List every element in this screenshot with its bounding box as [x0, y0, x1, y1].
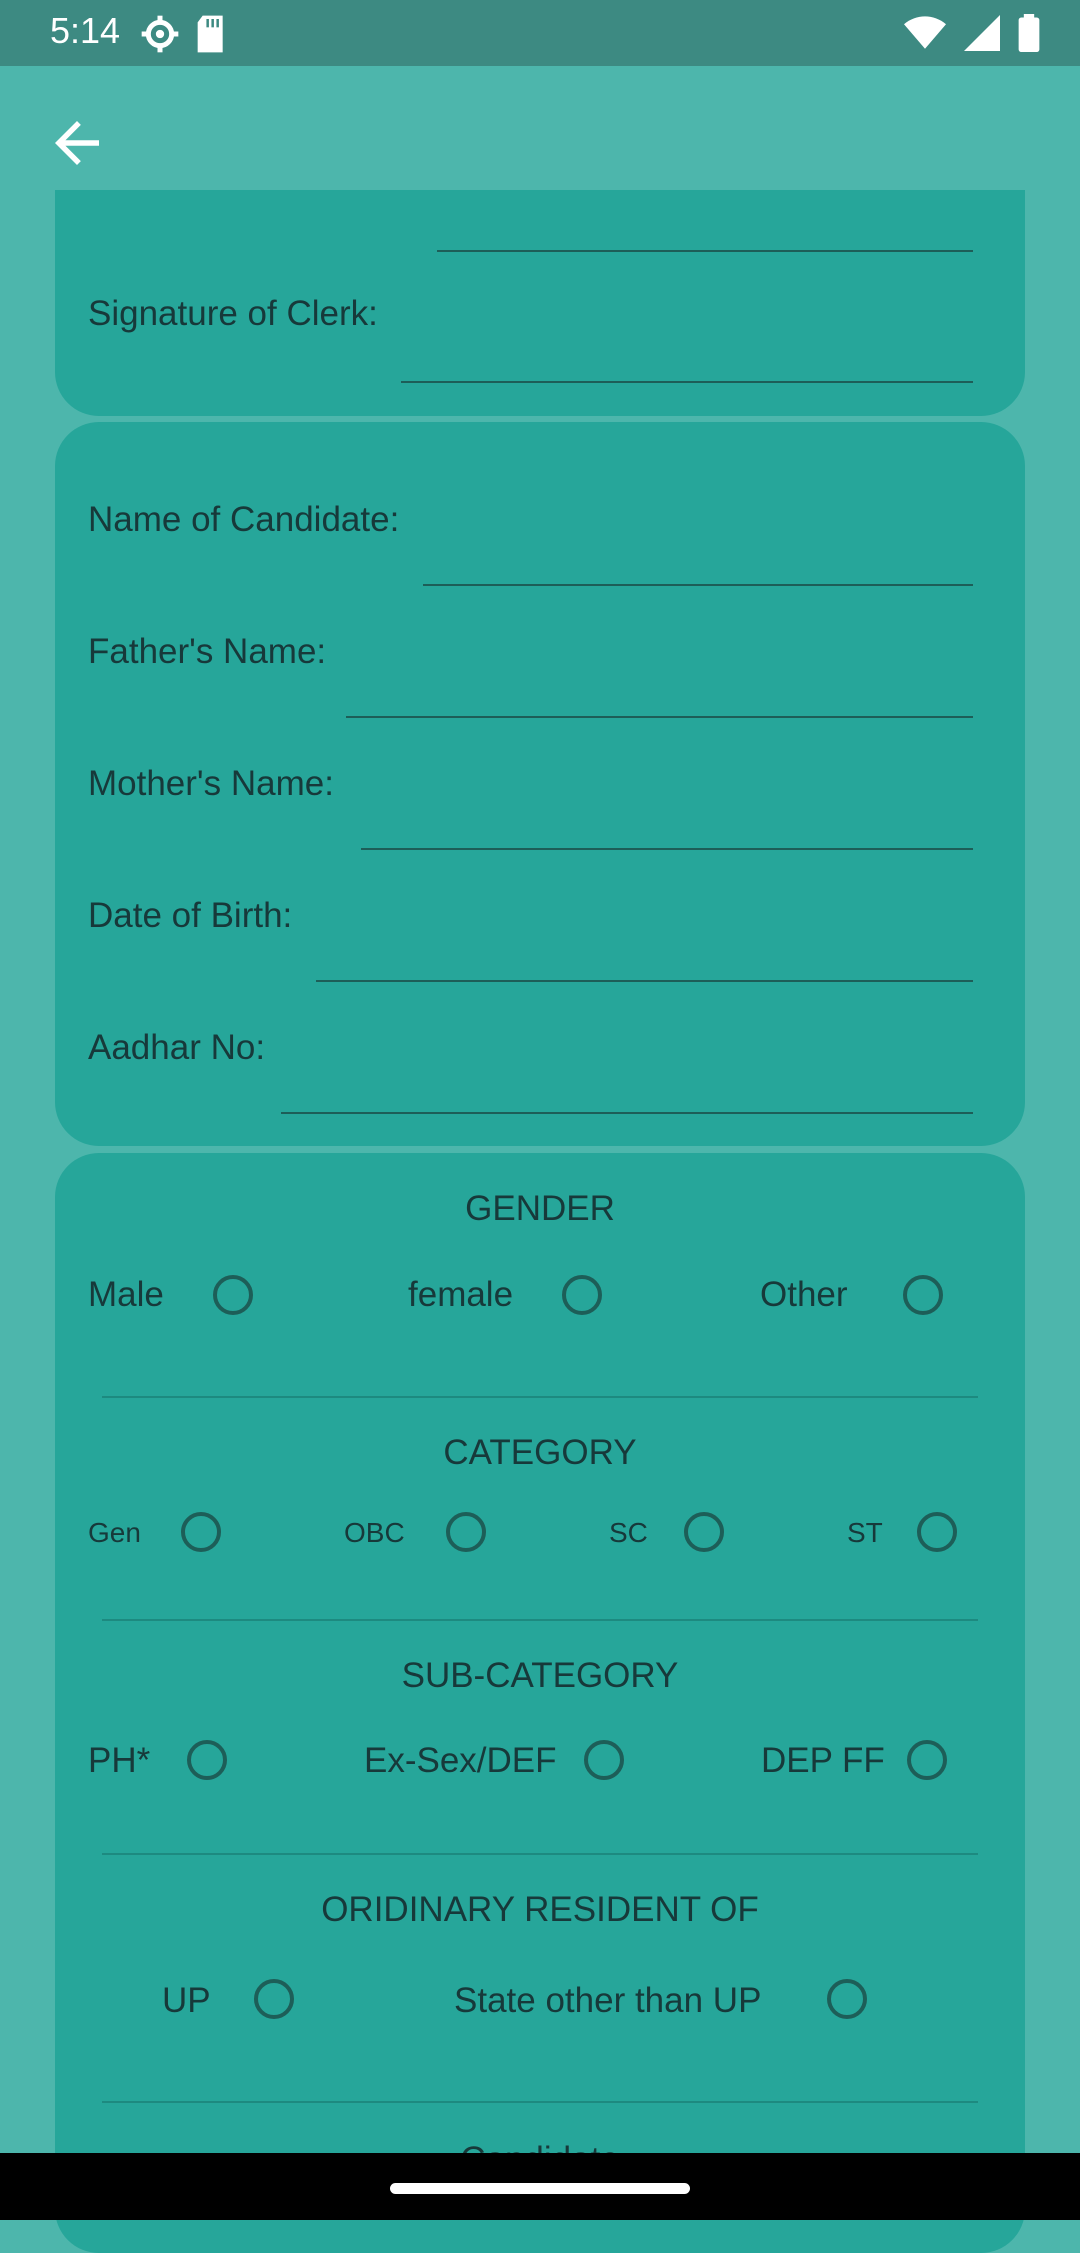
category-gen-radio[interactable] [181, 1512, 221, 1552]
subcat-exsex-radio[interactable] [584, 1740, 624, 1780]
clerk-section-card: Signature of Clerk: [55, 190, 1025, 416]
dob-input[interactable] [316, 980, 973, 982]
resident-other-state-label: State other than UP [454, 1981, 762, 2020]
category-title: CATEGORY [443, 1433, 637, 1472]
section-divider [102, 1619, 978, 1621]
aadhar-input[interactable] [281, 1112, 973, 1114]
field-underline [437, 250, 973, 252]
status-bar: 5:14 [0, 0, 1080, 66]
settings-icon [141, 15, 179, 53]
mother-name-label: Mother's Name: [88, 764, 334, 803]
category-sc-radio[interactable] [684, 1512, 724, 1552]
wifi-icon [904, 16, 946, 49]
resident-other-state-radio[interactable] [827, 1979, 867, 2019]
resident-up-radio[interactable] [254, 1979, 294, 2019]
category-st-radio[interactable] [917, 1512, 957, 1552]
signature-clerk-label: Signature of Clerk: [88, 294, 378, 333]
subcat-depff-label: DEP FF [761, 1741, 885, 1780]
mother-name-input[interactable] [361, 848, 973, 850]
signal-icon [964, 15, 1000, 51]
gender-male-label: Male [88, 1275, 164, 1314]
selection-card: GENDER Male female Other CATEGORY Gen OB… [55, 1153, 1025, 2253]
category-st-label: ST [847, 1517, 883, 1548]
status-time: 5:14 [50, 10, 121, 51]
category-sc-label: SC [609, 1517, 648, 1548]
gender-male-radio[interactable] [213, 1275, 253, 1315]
sub-category-title: SUB-CATEGORY [401, 1656, 679, 1695]
subcat-ph-label: PH* [88, 1741, 151, 1780]
resident-up-label: UP [162, 1981, 211, 2020]
home-gesture-handle[interactable] [390, 2183, 690, 2194]
father-name-input[interactable] [346, 716, 973, 718]
arrow-left-icon[interactable] [44, 110, 110, 176]
dob-label: Date of Birth: [88, 896, 293, 935]
gender-other-radio[interactable] [903, 1275, 943, 1315]
subcat-exsex-label: Ex-Sex/DEF [364, 1741, 557, 1780]
resident-title: ORIDINARY RESIDENT OF [321, 1890, 759, 1929]
section-divider [102, 1396, 978, 1398]
aadhar-label: Aadhar No: [88, 1028, 266, 1067]
gender-title: GENDER [465, 1189, 615, 1228]
gender-female-label: female [408, 1275, 514, 1314]
father-name-label: Father's Name: [88, 632, 327, 671]
candidate-name-input[interactable] [423, 584, 973, 586]
section-divider [102, 1853, 978, 1855]
candidate-name-label: Name of Candidate: [88, 500, 400, 539]
navigation-bar [0, 2153, 1080, 2220]
category-gen-label: Gen [88, 1517, 141, 1548]
section-divider [102, 2101, 978, 2103]
category-obc-label: OBC [344, 1517, 405, 1548]
candidate-details-card: Name of Candidate: Father's Name: Mother… [55, 422, 1025, 1146]
gender-other-label: Other [760, 1275, 848, 1314]
category-obc-radio[interactable] [446, 1512, 486, 1552]
subcat-depff-radio[interactable] [907, 1740, 947, 1780]
signature-clerk-input[interactable] [401, 381, 973, 383]
gender-female-radio[interactable] [562, 1275, 602, 1315]
sd-card-icon [197, 15, 223, 53]
subcat-ph-radio[interactable] [187, 1740, 227, 1780]
battery-icon [1018, 14, 1040, 52]
